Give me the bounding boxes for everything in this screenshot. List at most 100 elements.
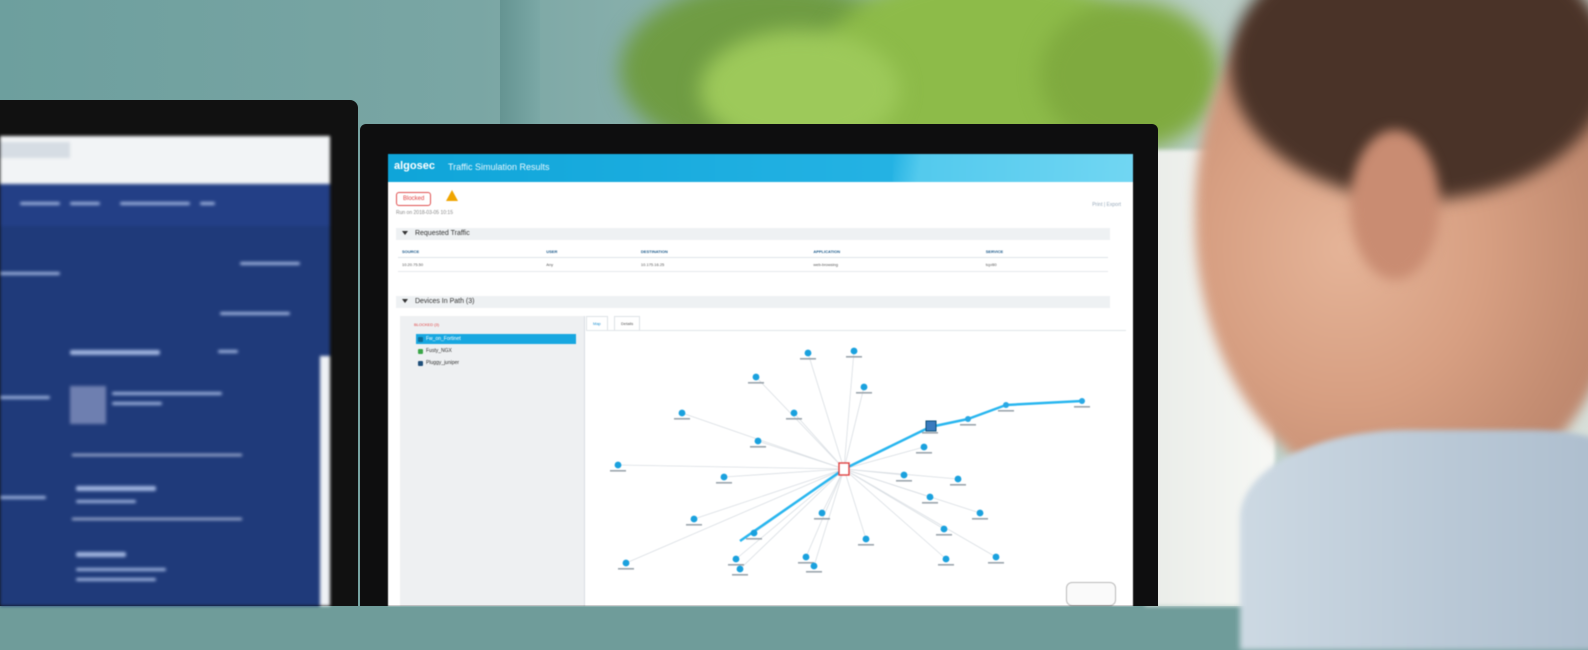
cell-user: Any <box>542 257 637 272</box>
network-node-icon[interactable] <box>802 553 810 561</box>
firewall-icon[interactable] <box>838 462 850 476</box>
blurred-text <box>200 202 215 205</box>
map-minimap[interactable] <box>1066 582 1116 606</box>
caret-down-icon <box>402 231 408 236</box>
network-node-icon[interactable] <box>818 509 826 517</box>
network-node-icon[interactable] <box>942 555 950 563</box>
network-node-icon[interactable] <box>965 416 971 422</box>
table-header-row: SOURCE USER DESTINATION APPLICATION SERV… <box>398 246 1108 258</box>
network-link <box>681 412 845 470</box>
blurred-text <box>220 312 290 315</box>
blurred-text <box>0 496 46 499</box>
blurred-text <box>112 402 162 405</box>
node-label-blur <box>846 356 862 358</box>
node-label-blur <box>922 502 938 504</box>
network-node-icon[interactable] <box>954 475 962 483</box>
firewall-icon[interactable] <box>925 420 937 432</box>
blurred-heading <box>70 350 160 355</box>
node-label-blur <box>728 564 744 566</box>
network-node-icon[interactable] <box>920 443 928 451</box>
node-label-blur <box>972 518 988 520</box>
run-timestamp: Run on 2018-03-05 10:15 <box>396 210 453 216</box>
network-node-icon[interactable] <box>754 437 762 445</box>
node-label-blur <box>716 482 732 484</box>
node-label-blur <box>814 518 830 520</box>
network-node-icon[interactable] <box>860 383 868 391</box>
node-label-blur <box>896 480 912 482</box>
node-label-blur <box>746 538 762 540</box>
network-node-icon[interactable] <box>940 525 948 533</box>
network-link <box>843 468 981 514</box>
network-node-icon[interactable] <box>850 347 858 355</box>
node-label-blur <box>806 571 822 573</box>
app-header: algosec Traffic Simulation Results <box>388 154 1133 182</box>
window-pillar <box>500 0 540 140</box>
tree-item-label: Fw_on_Fortinet <box>426 336 461 342</box>
network-map[interactable] <box>586 330 1126 606</box>
node-label-blur <box>858 544 874 546</box>
network-node-icon[interactable] <box>614 461 622 469</box>
network-node-icon[interactable] <box>736 565 744 573</box>
network-node-icon[interactable] <box>976 509 984 517</box>
network-link <box>617 464 845 470</box>
status-badge: Blocked <box>396 192 432 206</box>
network-link <box>843 468 997 558</box>
node-label-blur <box>686 524 702 526</box>
network-node-icon[interactable] <box>752 373 760 381</box>
section-devices-in-path[interactable]: Devices In Path (3) <box>396 296 1110 308</box>
node-label-blur <box>998 410 1014 412</box>
node-label-blur <box>786 418 802 420</box>
tree-root-blocked[interactable]: BLOCKED (3) <box>414 322 439 327</box>
cell-service: tcp/80 <box>981 257 1108 272</box>
person-ear <box>1350 130 1440 280</box>
blurred-text <box>120 202 190 205</box>
network-link <box>967 403 1007 421</box>
network-node-icon[interactable] <box>1079 398 1085 404</box>
node-label-blur <box>610 470 626 472</box>
blurred-text <box>218 350 238 353</box>
network-node-icon[interactable] <box>862 535 870 543</box>
network-node-icon[interactable] <box>678 409 686 417</box>
blurred-heading <box>76 552 126 557</box>
network-node-icon[interactable] <box>992 553 1000 561</box>
col-source: SOURCE <box>398 246 543 258</box>
tree-item-device[interactable]: Fw_on_Fortinet <box>416 334 576 344</box>
network-node-icon[interactable] <box>900 471 908 479</box>
tree-item-label: Fusty_NGX <box>426 348 452 354</box>
node-label-blur <box>1074 406 1090 408</box>
node-label-blur <box>960 424 976 426</box>
tree-item-device[interactable]: Pluggy_juniper <box>416 358 576 368</box>
section-requested-traffic[interactable]: Requested Traffic <box>396 228 1110 240</box>
tab-details[interactable]: Details <box>614 316 641 331</box>
network-node-icon[interactable] <box>720 473 728 481</box>
traffic-simulation-screen: algosec Traffic Simulation Results Block… <box>388 154 1133 606</box>
network-node-icon[interactable] <box>926 493 934 501</box>
tree-item-device[interactable]: Fusty_NGX <box>416 346 576 356</box>
left-scrollbar <box>320 356 330 606</box>
blurred-text <box>76 500 136 503</box>
network-node-icon[interactable] <box>810 562 818 570</box>
tree-item-label: Pluggy_juniper <box>426 360 460 366</box>
network-node-icon[interactable] <box>622 559 630 567</box>
node-label-blur <box>938 564 954 566</box>
tab-map[interactable]: Map <box>586 316 608 331</box>
network-link <box>625 468 845 564</box>
blurred-text <box>70 202 100 205</box>
node-label-blur <box>950 484 966 486</box>
col-destination: DESTINATION <box>636 246 810 258</box>
network-link <box>723 468 845 478</box>
left-nav-bar <box>0 184 330 226</box>
print-export-link[interactable]: Print | Export <box>1092 202 1121 208</box>
node-label-blur <box>732 574 748 576</box>
network-node-icon[interactable] <box>732 555 740 563</box>
network-link <box>735 468 845 560</box>
cell-application: web-browsing <box>809 257 982 272</box>
blurred-divider <box>72 454 242 456</box>
network-node-icon[interactable] <box>790 409 798 417</box>
network-node-icon[interactable] <box>750 529 758 537</box>
page-title: Traffic Simulation Results <box>448 162 550 172</box>
blurred-thumbnail <box>70 386 106 424</box>
network-node-icon[interactable] <box>804 349 812 357</box>
network-node-icon[interactable] <box>690 515 698 523</box>
network-node-icon[interactable] <box>1003 402 1009 408</box>
